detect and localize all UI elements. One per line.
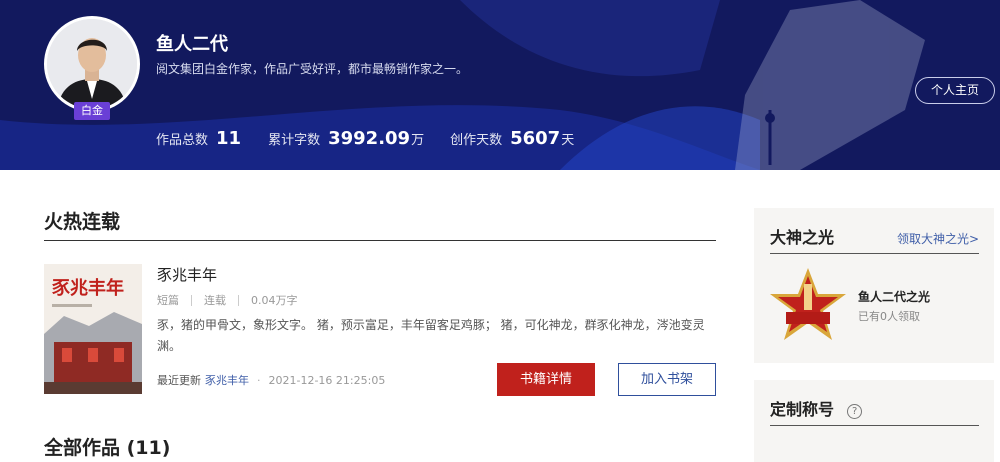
stat-works: 作品总数 11 xyxy=(156,128,242,149)
panel-title: 定制称号 xyxy=(770,400,835,419)
avatar: 白金 xyxy=(44,16,140,120)
stat-value: 3992.09 xyxy=(328,128,411,149)
stat-value: 5607 xyxy=(510,128,561,149)
meta-divider xyxy=(191,294,192,306)
add-to-shelf-button[interactable]: 加入书架 xyxy=(618,363,716,396)
update-label: 最近更新 xyxy=(157,374,201,387)
stat-label: 创作天数 xyxy=(450,133,503,148)
custom-title-panel: 定制称号 ? xyxy=(754,380,994,462)
author-description: 阅文集团白金作家，作品广受好评，都市最畅销作家之一。 xyxy=(156,62,469,76)
help-icon[interactable]: ? xyxy=(847,404,863,419)
book-title[interactable]: 豕兆丰年 xyxy=(157,264,217,285)
stat-value: 11 xyxy=(216,128,242,149)
stat-words: 累计字数 3992.09 万 xyxy=(268,128,424,149)
book-detail-button[interactable]: 书籍详情 xyxy=(497,363,595,396)
panel-header: 大神之光 领取大神之光> xyxy=(770,224,979,248)
latest-update: 最近更新 豕兆丰年 · 2021-12-16 21:25:05 xyxy=(157,372,385,388)
panel-divider xyxy=(770,425,979,426)
book-cover-art: 豕兆丰年 xyxy=(44,264,142,394)
book-cover[interactable]: 豕兆丰年 xyxy=(44,264,142,394)
section-divider xyxy=(44,240,716,241)
platinum-badge: 白金 xyxy=(74,102,110,120)
panel-title: 大神之光 xyxy=(770,228,835,247)
stat-days: 创作天数 5607 天 xyxy=(450,128,574,149)
author-name: 鱼人二代 xyxy=(156,34,228,55)
book-description: 豕，猪的甲骨文，象形文字。 猪，预示富足，丰年留客足鸡豚； 猪，可化神龙，群豕化… xyxy=(157,318,705,353)
latest-chapter-link[interactable]: 豕兆丰年 xyxy=(205,372,249,388)
stat-label: 作品总数 xyxy=(156,133,209,148)
hot-serial-title: 火热连载 xyxy=(44,211,121,233)
panel-title-wrap: 定制称号 ? xyxy=(770,396,863,420)
book-status: 连载 xyxy=(204,294,226,307)
update-time: 2021-12-16 21:25:05 xyxy=(268,373,386,387)
stat-unit: 天 xyxy=(561,133,575,148)
profile-home-button[interactable]: 个人主页 xyxy=(915,77,995,104)
svg-text:豕兆丰年: 豕兆丰年 xyxy=(51,277,124,299)
panel-header: 定制称号 ? xyxy=(770,396,979,420)
panel-divider xyxy=(770,253,979,254)
medal-name: 鱼人二代之光 xyxy=(858,290,931,304)
pen-nib-icon xyxy=(735,0,925,170)
star-medal-icon xyxy=(770,268,846,340)
book-word-count: 0.04万字 xyxy=(251,294,298,307)
meta-divider xyxy=(238,294,239,306)
claim-god-light-link[interactable]: 领取大神之光> xyxy=(897,230,979,247)
update-separator: · xyxy=(257,373,261,387)
author-photo xyxy=(47,19,137,109)
author-stats: 作品总数 11 累计字数 3992.09 万 创作天数 5607 天 xyxy=(156,128,600,149)
all-works-title: 全部作品 (11) xyxy=(44,437,171,459)
medal-claim-count: 已有0人领取 xyxy=(858,310,920,323)
author-banner: 白金 鱼人二代 阅文集团白金作家，作品广受好评，都市最畅销作家之一。 个人主页 … xyxy=(0,0,1000,170)
stat-label: 累计字数 xyxy=(268,133,321,148)
book-meta: 短篇 连载 0.04万字 xyxy=(157,292,298,308)
stat-unit: 万 xyxy=(411,133,425,148)
god-light-panel: 大神之光 领取大神之光> 鱼人二代之光 已有0人领取 xyxy=(754,208,994,363)
book-category: 短篇 xyxy=(157,294,179,307)
